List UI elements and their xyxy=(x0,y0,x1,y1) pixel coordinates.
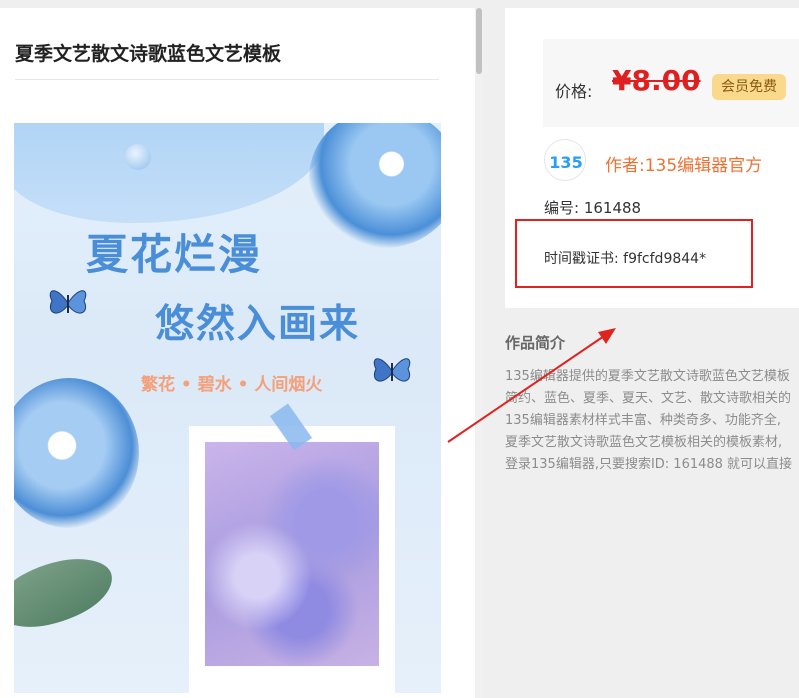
svg-text:135: 135 xyxy=(549,153,582,172)
leaf-icon xyxy=(14,551,119,635)
template-title: 夏季文艺散文诗歌蓝色文艺模板 xyxy=(15,43,282,65)
poster-bubble-decoration xyxy=(125,144,151,170)
annotation-arrow-icon xyxy=(447,328,616,443)
author-avatar[interactable]: 135 xyxy=(544,139,586,181)
member-free-badge[interactable]: 会员免费 xyxy=(712,74,786,100)
poster-heading-1: 夏花烂漫 xyxy=(86,230,263,279)
intro-line: 登录135编辑器,只要搜索ID: 161488 就可以直接 xyxy=(505,457,793,472)
poster-subtitle: 繁花 • 碧水 • 人间烟火 xyxy=(141,375,323,395)
price-label: 价格: xyxy=(555,82,593,101)
poster-wave-decoration xyxy=(14,123,324,223)
hydrangea-icon xyxy=(14,378,139,528)
flower-photo xyxy=(205,442,379,666)
hydrangea-icon xyxy=(309,123,441,248)
author-link[interactable]: 作者:135编辑器官方 xyxy=(605,151,762,176)
butterfly-icon xyxy=(49,290,87,314)
template-code: 编号: 161488 xyxy=(544,199,642,217)
poster-heading-2: 悠然入画来 xyxy=(155,302,361,347)
template-poster-image[interactable]: 夏花烂漫 悠然入画来 繁花 • 碧水 • 人间烟火 xyxy=(14,123,441,693)
photo-frame xyxy=(189,426,395,693)
scrollbar-thumb[interactable] xyxy=(476,8,482,74)
butterfly-icon xyxy=(373,358,411,382)
price-value: ¥8.00 xyxy=(612,64,701,97)
title-divider xyxy=(15,79,439,80)
timestamp-certificate: 时间戳证书: f9fcfd9844* xyxy=(544,251,707,267)
logo-135-icon: 135 xyxy=(549,153,582,172)
